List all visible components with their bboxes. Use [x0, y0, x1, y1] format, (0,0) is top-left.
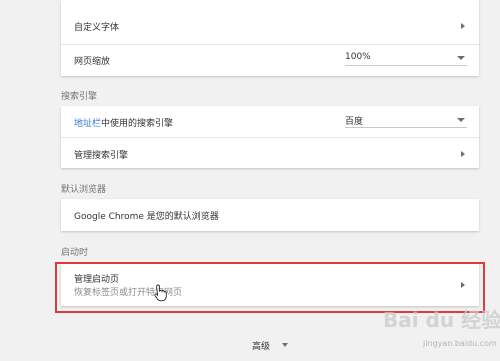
chevron-right-icon [461, 23, 465, 29]
search-engine-section-title: 搜索引擎 [61, 92, 98, 102]
dropdown-caret-icon [457, 56, 465, 60]
appearance-card: 自定义字体 网页缩放 100% [61, 0, 479, 76]
page-zoom-label: 网页缩放 [74, 57, 111, 67]
page-zoom-row: 网页缩放 100% [61, 44, 479, 76]
address-bar-link[interactable]: 地址栏 [74, 119, 101, 129]
default-browser-card: Google Chrome 是您的默认浏览器 [61, 199, 479, 231]
chevron-down-icon[interactable] [282, 343, 288, 347]
search-engine-value: 百度 [345, 117, 364, 127]
baidu-watermark-url: jingyan.baidu.com [423, 339, 497, 348]
dropdown-caret-icon [457, 118, 465, 122]
select-underline [345, 65, 467, 66]
on-startup-section-title: 启动时 [61, 248, 89, 258]
default-browser-row: Google Chrome 是您的默认浏览器 [61, 199, 479, 231]
default-browser-status: Google Chrome 是您的默认浏览器 [74, 212, 219, 222]
custom-fonts-label: 自定义字体 [74, 23, 120, 33]
address-bar-engine-row: 地址栏中使用的搜索引擎 百度 [61, 106, 479, 137]
page-zoom-value: 100% [345, 52, 371, 62]
address-bar-engine-text: 中使用的搜索引擎 [101, 119, 174, 129]
baidu-watermark: Bai du 经验 [383, 308, 500, 332]
advanced-toggle[interactable]: 高级 [252, 339, 270, 352]
chevron-right-icon [461, 151, 465, 157]
search-engine-card: 地址栏中使用的搜索引擎 百度 管理搜索引擎 [61, 106, 479, 168]
select-underline [345, 127, 467, 128]
manage-search-engines-row[interactable]: 管理搜索引擎 [61, 137, 479, 168]
address-bar-engine-label: 地址栏中使用的搜索引擎 [74, 116, 173, 129]
default-browser-section-title: 默认浏览器 [61, 185, 107, 195]
custom-fonts-row[interactable]: 自定义字体 [61, 0, 479, 44]
hand-cursor-icon [154, 284, 167, 302]
manage-search-engines-label: 管理搜索引擎 [74, 151, 129, 161]
